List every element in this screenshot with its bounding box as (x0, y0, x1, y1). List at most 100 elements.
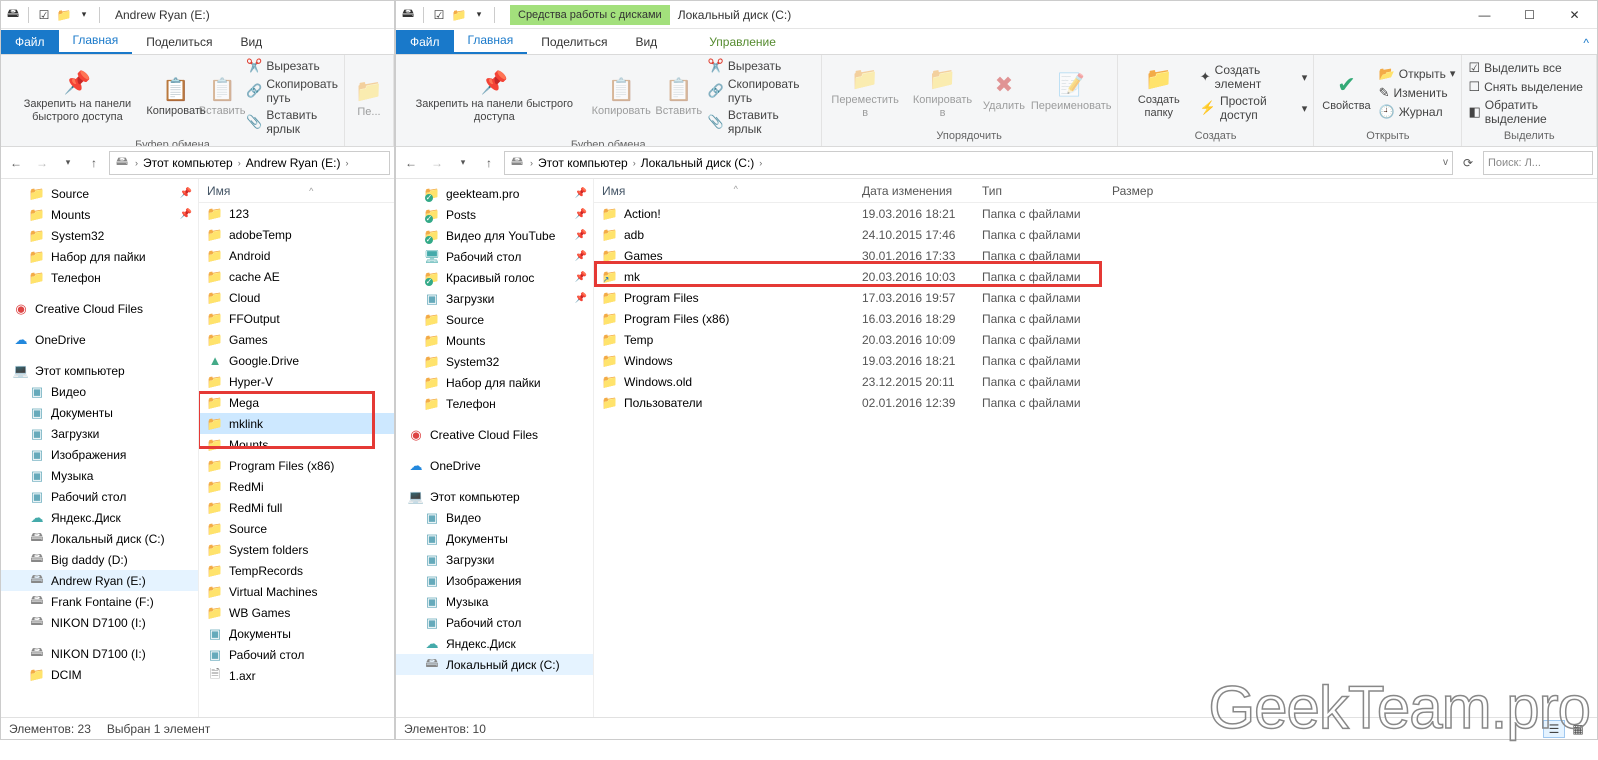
nav-quick-item[interactable]: 📁Source📌 (1, 183, 198, 204)
nav-quick-item[interactable]: 📁System32 (396, 351, 593, 372)
nav-quick-item[interactable]: 📁Телефон (396, 393, 593, 414)
file-list[interactable]: Имя^ Дата изменения Тип Размер 📁Action!1… (594, 179, 1597, 717)
nav-pc-item[interactable]: ▣Музыка (1, 465, 198, 486)
list-item[interactable]: 🗎1.axr (199, 665, 394, 686)
nav-quick-item[interactable]: 🖥Рабочий стол📌 (396, 246, 593, 267)
list-item[interactable]: ▣Рабочий стол (199, 644, 394, 665)
list-item[interactable]: 📁Windows19.03.2016 18:21Папка с файлами (594, 350, 1597, 371)
nav-quick-item[interactable]: 📁Телефон (1, 267, 198, 288)
nav-pc-item[interactable]: ▣Рабочий стол (396, 612, 593, 633)
nav-pc-item[interactable]: ▣Видео (1, 381, 198, 402)
list-item[interactable]: 📁System folders (199, 539, 394, 560)
cut-button[interactable]: ✂️Вырезать (706, 57, 817, 75)
list-item[interactable]: 📁cache AE (199, 266, 394, 287)
titlebar[interactable]: 🖴 ☑ 📁 ▾ Andrew Ryan (E:) (1, 1, 394, 29)
pin-button[interactable]: 📌Закрепить на панели быстрого доступа (400, 68, 589, 125)
list-item[interactable]: 📁TempRecords (199, 560, 394, 581)
list-item[interactable]: ▲Google.Drive (199, 350, 394, 371)
nav-pc-item[interactable]: ▣Изображения (396, 570, 593, 591)
nav-quick-item[interactable]: 📁Mounts (396, 330, 593, 351)
tab-share[interactable]: Поделиться (527, 30, 621, 54)
view-icons-button[interactable]: ▦ (1567, 720, 1589, 738)
nav-recent[interactable]: ▾ (452, 152, 474, 174)
tab-file[interactable]: Файл (396, 30, 454, 54)
tab-manage[interactable]: Управление (695, 30, 790, 54)
rename-button[interactable]: 📝Переименовать (1030, 70, 1113, 115)
list-item[interactable]: ▣Документы (199, 623, 394, 644)
list-item[interactable]: 📁Program Files (x86)16.03.2016 18:29Папк… (594, 308, 1597, 329)
selectinvert-button[interactable]: ◧Обратить выделение (1466, 97, 1592, 127)
list-item[interactable]: 📁↗mk20.03.2016 10:03Папка с файлами (594, 266, 1597, 287)
tab-home[interactable]: Главная (59, 28, 133, 54)
delete-button[interactable]: ✖Удалить (980, 70, 1027, 115)
pastelink-button[interactable]: 📎Вставить ярлык (244, 107, 340, 137)
nav-pc-item[interactable]: 🖴Big daddy (D:) (1, 549, 198, 570)
nav-quick-item[interactable]: 📁✓geekteam.pro📌 (396, 183, 593, 204)
properties-button[interactable]: ✔Свойства (1318, 70, 1374, 115)
nav-onedrive[interactable]: ☁OneDrive (396, 455, 593, 476)
pastelink-button[interactable]: 📎Вставить ярлык (706, 107, 817, 137)
history-button[interactable]: 🕘Журнал (1377, 103, 1458, 121)
nav-pc-item[interactable]: ☁Яндекс.Диск (1, 507, 198, 528)
list-item[interactable]: 📁Hyper-V (199, 371, 394, 392)
newfolder-button[interactable]: 📁Создать папку (1122, 64, 1196, 121)
qat-chevron-icon[interactable]: ▾ (471, 7, 487, 23)
nav-pc-item[interactable]: ▣Музыка (396, 591, 593, 612)
tab-view[interactable]: Вид (621, 30, 671, 54)
list-item[interactable]: 📁123 (199, 203, 394, 224)
list-header[interactable]: Имя^ Дата изменения Тип Размер (594, 179, 1597, 203)
file-list[interactable]: Имя^ 📁123📁adobeTemp📁Android📁cache AE📁Clo… (199, 179, 394, 717)
nav-fwd[interactable]: → (31, 152, 53, 174)
easyaccess-button[interactable]: ⚡Простой доступ ▾ (1198, 93, 1310, 123)
paste-button[interactable]: 📋Вставить (202, 75, 242, 120)
nav-pc-item[interactable]: 🖴Локальный диск (C:) (396, 654, 593, 675)
nav-pane[interactable]: 📁Source📌📁Mounts📌📁System32📁Набор для пайк… (1, 179, 199, 717)
tab-file[interactable]: Файл (1, 30, 59, 54)
copy-button[interactable]: 📋Копировать (152, 75, 200, 120)
list-item[interactable]: 📁FFOutput (199, 308, 394, 329)
nav-quick-item[interactable]: ▣Загрузки📌 (396, 288, 593, 309)
nav-quick-item[interactable]: 📁Source (396, 309, 593, 330)
nav-thispc[interactable]: 💻Этот компьютер (396, 486, 593, 507)
list-item[interactable]: 📁Temp20.03.2016 10:09Папка с файлами (594, 329, 1597, 350)
paste-button[interactable]: 📋Вставить (654, 75, 704, 120)
list-item[interactable]: 📁Cloud (199, 287, 394, 308)
nav-extra-item[interactable]: 🖴NIKON D7100 (I:) (1, 643, 198, 664)
qat-newfolder-icon[interactable]: 📁 (451, 7, 467, 23)
nav-pc-item[interactable]: 🖴Andrew Ryan (E:) (1, 570, 198, 591)
list-item[interactable]: 📁RedMi full (199, 497, 394, 518)
list-item[interactable]: 📁adb24.10.2015 17:46Папка с файлами (594, 224, 1597, 245)
list-item[interactable]: 📁Mounts (199, 434, 394, 455)
tab-view[interactable]: Вид (226, 30, 276, 54)
list-item[interactable]: 📁Source (199, 518, 394, 539)
nav-extra-item[interactable]: 📁DCIM (1, 664, 198, 685)
list-item[interactable]: 📁Windows.old23.12.2015 20:11Папка с файл… (594, 371, 1597, 392)
titlebar[interactable]: 🖴 ☑ 📁 ▾ Средства работы с дисками Локаль… (396, 1, 1597, 29)
list-item[interactable]: 📁Program Files17.03.2016 19:57Папка с фа… (594, 287, 1597, 308)
nav-ccf[interactable]: ◉Creative Cloud Files (1, 298, 198, 319)
list-header[interactable]: Имя^ (199, 179, 394, 203)
copypath-button[interactable]: 🔗Скопировать путь (244, 76, 340, 106)
tab-share[interactable]: Поделиться (132, 30, 226, 54)
moveto-button[interactable]: 📁Пе... (349, 76, 389, 121)
nav-fwd[interactable]: → (426, 152, 448, 174)
copy-button[interactable]: 📋Копировать (591, 75, 652, 120)
nav-quick-item[interactable]: 📁Mounts📌 (1, 204, 198, 225)
list-item[interactable]: 📁RedMi (199, 476, 394, 497)
newitem-button[interactable]: ✦Создать элемент ▾ (1198, 62, 1310, 92)
list-item[interactable]: 📁Games (199, 329, 394, 350)
nav-back[interactable]: ← (400, 152, 422, 174)
nav-quick-item[interactable]: 📁✓Posts📌 (396, 204, 593, 225)
close-button[interactable]: ✕ (1552, 1, 1597, 29)
moveto-button[interactable]: 📁Переместить в (826, 64, 905, 121)
nav-pc-item[interactable]: ☁Яндекс.Диск (396, 633, 593, 654)
nav-pc-item[interactable]: ▣Документы (1, 402, 198, 423)
nav-thispc[interactable]: 💻Этот компьютер (1, 360, 198, 381)
minimize-button[interactable]: — (1462, 1, 1507, 29)
qat-newfolder-icon[interactable]: 📁 (56, 7, 72, 23)
maximize-button[interactable]: ☐ (1507, 1, 1552, 29)
selectall-button[interactable]: ☑Выделить все (1466, 59, 1592, 77)
nav-pc-item[interactable]: ▣Загрузки (396, 549, 593, 570)
nav-quick-item[interactable]: 📁System32 (1, 225, 198, 246)
nav-up[interactable]: ↑ (478, 152, 500, 174)
